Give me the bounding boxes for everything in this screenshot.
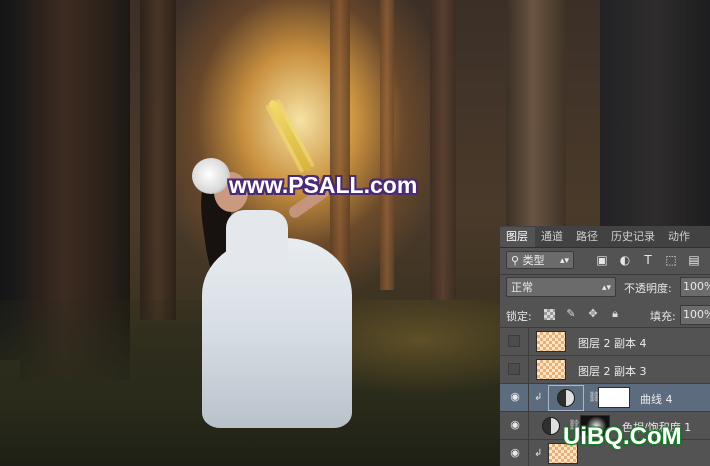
layer-name: 图层 2 副本 3 xyxy=(578,365,647,378)
updown-caret-icon: ▴▾ xyxy=(559,256,569,266)
clipping-arrow-icon: ↲ xyxy=(534,448,543,459)
blend-row: 正常 ▴▾ 不透明度: 100% xyxy=(500,276,710,300)
fern-leaf xyxy=(267,98,313,174)
curves-adjustment-icon xyxy=(557,389,575,407)
layer-thumbnail xyxy=(536,331,566,352)
layer-mask-thumbnail xyxy=(598,387,630,408)
lock-transparency-icon[interactable] xyxy=(544,309,555,320)
uibq-logo: UiBQ.CoM xyxy=(563,423,682,451)
panel-tabs: 图层 通道 路径 历史记录 动作 xyxy=(500,226,710,248)
clipping-arrow-icon: ↲ xyxy=(534,392,543,403)
filter-row: ⚲ 类型 ▴▾ ▣ ◐ T ⬚ ▤ xyxy=(500,249,710,273)
tree-trunk xyxy=(140,0,176,320)
layer-row[interactable]: 图层 2 副本 4 xyxy=(500,328,710,356)
tree-trunk xyxy=(380,0,394,290)
divider xyxy=(528,328,529,356)
search-icon: ⚲ xyxy=(511,254,523,267)
eye-icon[interactable]: ◉ xyxy=(508,390,522,404)
tree-trunk xyxy=(600,0,710,230)
fill-label: 填充: xyxy=(650,310,676,323)
psall-watermark: www.PSALL.com xyxy=(229,172,418,198)
updown-caret-icon: ▴▾ xyxy=(601,283,611,293)
opacity-label: 不透明度: xyxy=(624,282,672,295)
adjustment-filter-icon[interactable]: ◐ xyxy=(618,253,632,267)
eye-icon[interactable]: ◉ xyxy=(508,446,522,460)
lock-pixels-brush-icon[interactable]: ✎ xyxy=(564,307,578,321)
girl-top xyxy=(226,210,288,270)
tab-history[interactable]: 历史记录 xyxy=(605,227,662,247)
divider xyxy=(528,412,529,440)
lock-all-icon[interactable]: 🔒︎ xyxy=(608,307,622,321)
divider xyxy=(528,356,529,384)
lock-row: 锁定: ✎ ✥ 🔒︎ 填充: 100% xyxy=(500,304,710,326)
filter-kind-select[interactable]: ⚲ 类型 ▴▾ xyxy=(506,251,574,269)
tree-trunk xyxy=(430,0,456,300)
lock-label: 锁定: xyxy=(506,310,532,323)
logo-text: UiBQ.CoM xyxy=(563,423,682,450)
text-filter-icon[interactable]: T xyxy=(641,253,655,267)
hue-saturation-adjustment-icon xyxy=(542,417,560,435)
filter-kind-label: 类型 xyxy=(522,254,545,267)
blend-mode-label: 正常 xyxy=(511,281,533,294)
layer-row[interactable]: 图层 2 副本 3 xyxy=(500,356,710,384)
tab-paths[interactable]: 路径 xyxy=(570,227,605,247)
lock-position-move-icon[interactable]: ✥ xyxy=(586,307,600,321)
divider xyxy=(528,384,529,412)
layer-row[interactable]: ◉ ↲ ⛓︎ 曲线 4 xyxy=(500,384,710,412)
tab-layers[interactable]: 图层 xyxy=(500,227,535,247)
visibility-toggle[interactable] xyxy=(508,363,520,375)
shape-filter-icon[interactable]: ⬚ xyxy=(664,253,678,267)
visibility-toggle[interactable] xyxy=(508,335,520,347)
layer-name: 图层 2 副本 4 xyxy=(578,337,647,350)
image-filter-icon[interactable]: ▣ xyxy=(595,253,609,267)
feather-headpiece xyxy=(192,158,230,194)
tab-actions[interactable]: 动作 xyxy=(662,227,697,247)
eye-icon[interactable]: ◉ xyxy=(508,418,522,432)
layer-name: 曲线 4 xyxy=(640,393,673,406)
fill-input[interactable]: 100% xyxy=(680,305,710,325)
smart-object-filter-icon[interactable]: ▤ xyxy=(687,253,701,267)
tab-channels[interactable]: 通道 xyxy=(535,227,570,247)
divider xyxy=(500,274,710,275)
layer-thumbnail xyxy=(536,359,566,380)
divider xyxy=(528,440,529,466)
tree-trunk xyxy=(506,0,566,230)
opacity-input[interactable]: 100% xyxy=(680,277,710,297)
blend-mode-select[interactable]: 正常 ▴▾ xyxy=(506,277,616,297)
